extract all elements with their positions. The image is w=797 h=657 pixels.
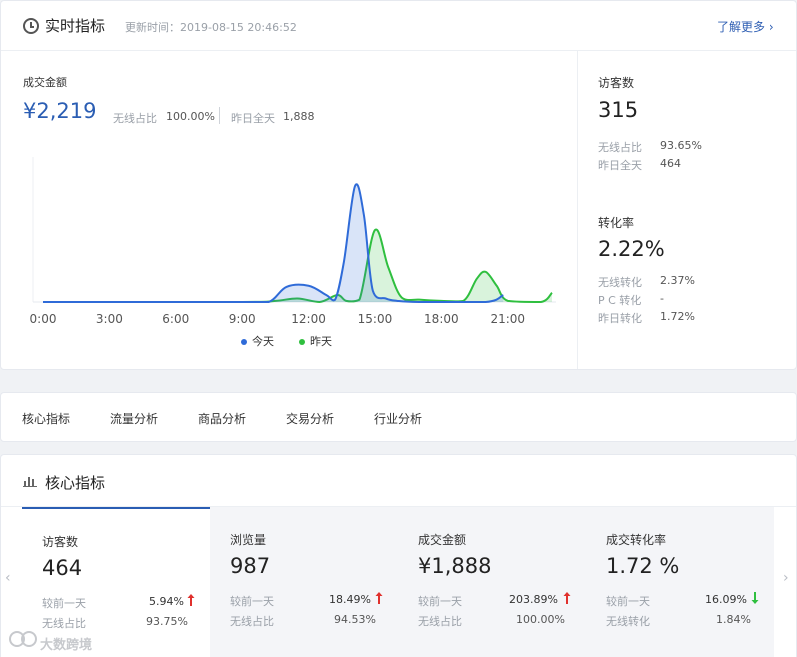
chart-ticks-group: 0:00 3:00 6:00 9:00 12:00 15:00 18:00 21:00 <box>30 312 526 326</box>
metric-compare-value: 18.49% <box>329 593 371 606</box>
legend-dot-yesterday <box>299 339 305 345</box>
metric-compare-value: 203.89% <box>509 593 558 606</box>
metric-compare-label: 较前一天 <box>42 597 86 610</box>
metric-wireless-value: 100.00% <box>516 613 565 626</box>
amount-yesterday-label: 昨日全天 <box>231 112 275 125</box>
tab-core-metrics[interactable]: 核心指标 <box>22 410 70 427</box>
series-area-today <box>43 184 504 302</box>
amount-wireless-label: 无线占比 <box>113 112 157 125</box>
amount-value: ¥2,219 <box>23 99 97 123</box>
conversion-label: 转化率 <box>598 216 635 230</box>
metric-value: ¥1,888 <box>418 554 492 578</box>
metric-label: 访客数 <box>42 535 79 549</box>
x-tick-label: 21:00 <box>490 312 525 326</box>
conversion-yesterday-value: 1.72% <box>660 310 695 323</box>
tabs-bar: 核心指标 流量分析 商品分析 交易分析 行业分析 <box>0 392 797 442</box>
bar-chart-icon <box>23 477 37 487</box>
metric-compare-label: 较前一天 <box>230 595 274 608</box>
learn-more-link[interactable]: 了解更多 › <box>717 18 774 35</box>
watermark-text: 大数跨境 <box>40 638 93 653</box>
legend-dot-today <box>241 339 247 345</box>
updated-time: 更新时间：2019-08-15 20:46:52 <box>125 21 297 34</box>
visitors-yesterday-label: 昨日全天 <box>598 159 642 172</box>
amount-yesterday-value: 1,888 <box>283 110 315 123</box>
realtime-title: 实时指标 <box>45 17 106 35</box>
chart-legend: 今天 昨天 <box>241 333 361 351</box>
x-tick-label: 15:00 <box>358 312 393 326</box>
scroll-left-icon[interactable]: ‹ <box>5 570 11 586</box>
metric-compare-label: 较前一天 <box>418 595 462 608</box>
arrow-up-icon <box>375 592 383 604</box>
metric-wireless-value: 93.75% <box>146 615 188 628</box>
visitors-yesterday-value: 464 <box>660 157 681 170</box>
chevron-right-icon: › <box>768 20 774 34</box>
metric-compare-label: 较前一天 <box>606 595 650 608</box>
metric-compare-value: 16.09% <box>705 593 747 606</box>
series-line-today[interactable] <box>43 183 504 303</box>
conversion-yesterday-label: 昨日转化 <box>598 312 642 325</box>
clock-icon <box>23 18 39 34</box>
visitors-value: 315 <box>598 98 639 122</box>
metric-compare-value: 5.94% <box>149 595 184 608</box>
watermark-logo-icon <box>9 631 37 647</box>
visitors-wireless-label: 无线占比 <box>598 141 642 154</box>
chart-series-group <box>43 183 553 304</box>
metric-wireless-value: 94.53% <box>334 613 376 626</box>
conversion-wireless-label: 无线转化 <box>598 276 642 289</box>
x-tick-label: 6:00 <box>162 312 189 326</box>
conversion-pc-value: - <box>660 292 664 305</box>
scroll-right-icon[interactable]: › <box>783 570 789 586</box>
conversion-pc-label: P C 转化 <box>598 294 642 307</box>
visitors-wireless-value: 93.65% <box>660 139 702 152</box>
realtime-header: 实时指标 更新时间：2019-08-15 20:46:52 了解更多 › <box>1 1 796 51</box>
tab-product-analysis[interactable]: 商品分析 <box>198 410 246 427</box>
arrow-up-icon <box>563 592 571 604</box>
core-metrics-title: 核心指标 <box>45 474 106 492</box>
metric-wireless-value: 1.84% <box>716 613 751 626</box>
conversion-value: 2.22% <box>598 237 665 261</box>
conversion-wireless-value: 2.37% <box>660 274 695 287</box>
metric-value: 1.72 % <box>606 554 680 578</box>
tab-transaction-analysis[interactable]: 交易分析 <box>286 410 334 427</box>
metric-card-sales-amount[interactable]: 成交金额 ¥1,888 较前一天 203.89% 无线占比 100.00% <box>398 507 586 657</box>
metric-value: 464 <box>42 556 83 580</box>
realtime-chart[interactable]: 0:00 3:00 6:00 9:00 12:00 15:00 18:00 21:00 <box>21 151 566 336</box>
x-tick-label: 3:00 <box>96 312 123 326</box>
core-metrics-header: 核心指标 <box>1 455 796 507</box>
metric-card-pageviews[interactable]: 浏览量 987 较前一天 18.49% 无线占比 94.53% <box>210 507 398 657</box>
amount-separator <box>219 107 220 124</box>
arrow-down-icon <box>751 592 759 604</box>
arrow-up-icon <box>187 594 195 606</box>
tab-traffic-analysis[interactable]: 流量分析 <box>110 410 158 427</box>
metric-wireless-label: 无线占比 <box>418 615 462 628</box>
page: 实时指标 更新时间：2019-08-15 20:46:52 了解更多 › 成交金… <box>0 0 797 657</box>
amount-wireless-value: 100.00% <box>166 110 215 123</box>
legend-today[interactable]: 今天 <box>252 333 274 349</box>
x-tick-label: 18:00 <box>424 312 459 326</box>
metric-label: 成交转化率 <box>606 533 667 547</box>
x-tick-label: 0:00 <box>30 312 57 326</box>
metric-label: 成交金额 <box>418 533 467 547</box>
tab-industry-analysis[interactable]: 行业分析 <box>374 410 422 427</box>
amount-label: 成交金额 <box>23 76 67 89</box>
x-tick-label: 9:00 <box>229 312 256 326</box>
learn-more-label: 了解更多 <box>717 20 766 34</box>
x-tick-label: 12:00 <box>291 312 326 326</box>
visitors-label: 访客数 <box>598 76 635 90</box>
legend-yesterday[interactable]: 昨天 <box>310 333 332 349</box>
metric-value: 987 <box>230 554 271 578</box>
metric-wireless-label: 无线转化 <box>606 615 650 628</box>
metric-wireless-label: 无线占比 <box>42 617 86 630</box>
metric-label: 浏览量 <box>230 533 267 547</box>
metric-card-conversion-rate[interactable]: 成交转化率 1.72 % 较前一天 16.09% 无线转化 1.84% <box>586 507 774 657</box>
metric-wireless-label: 无线占比 <box>230 615 274 628</box>
realtime-divider <box>577 51 578 369</box>
realtime-card: 实时指标 更新时间：2019-08-15 20:46:52 了解更多 › 成交金… <box>0 0 797 370</box>
